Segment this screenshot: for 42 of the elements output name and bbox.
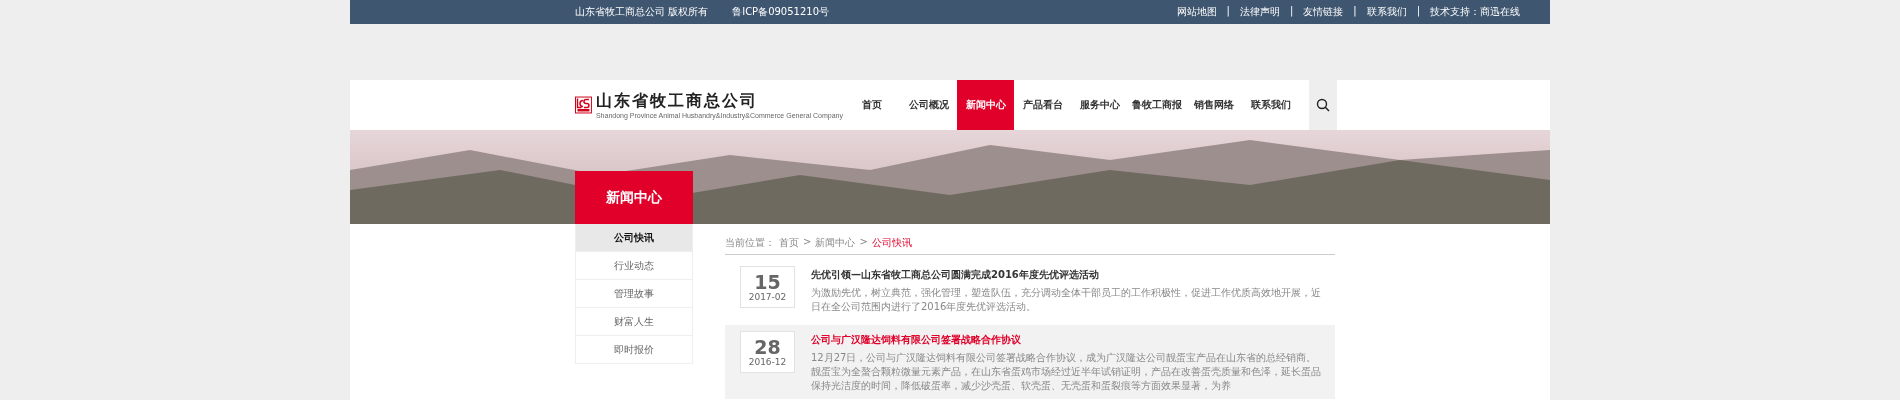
nav-tab[interactable]: 新闻中心	[957, 80, 1014, 130]
footer-link[interactable]: 网站地图	[1176, 5, 1217, 19]
nav-tab[interactable]: 产品看台	[1014, 80, 1071, 130]
breadcrumb-separator: >	[859, 236, 868, 249]
search-button[interactable]	[1309, 80, 1337, 130]
copyright-text: 山东省牧工商总公司 版权所有	[575, 5, 709, 19]
footer-link[interactable]: 联系我们	[1366, 5, 1407, 19]
news-summary: 为激励先优，树立典范，强化管理，塑造队伍，充分调动全体干部员工的工作积极性，促进工作优质高效地开展，近日在全公司范围内进行了2016年度先优评选活动。	[811, 286, 1322, 314]
separator-text: |	[1353, 5, 1357, 19]
nav-tab[interactable]: 公司概况	[900, 80, 957, 130]
date-day: 28	[754, 337, 781, 357]
date-month: 2017-02	[748, 292, 787, 302]
separator-text: |	[1416, 5, 1420, 19]
nav-tab[interactable]: 销售网络	[1185, 80, 1242, 130]
news-title[interactable]: 先优引领—山东省牧工商总公司圆满完成2016年度先优评选活动	[811, 268, 1325, 282]
nav-tab[interactable]: 服务中心	[1071, 80, 1128, 130]
news-summary: 12月27日，公司与广汉隆达饲料有限公司签署战略合作协议，成为广汉隆达公司靓蛋宝产品在山东省的总经销商。靓蛋宝为全螯合颗粒微量元素产品，在山东省蛋鸡市场经过近半年试销证明，产品在改善蛋壳质量和色泽，延长蛋品保持光洁度的时间，降低破蛋率，减少沙壳蛋、软壳蛋、无壳蛋和蛋裂痕等方面效果显著，为养	[811, 351, 1322, 393]
sidebar-item[interactable]: 即时报价	[575, 336, 693, 364]
breadcrumb-link[interactable]: 新闻中心	[815, 236, 856, 250]
separator-text: |	[1226, 5, 1230, 19]
sidebar-item[interactable]: 公司快讯	[575, 224, 693, 252]
footer-link[interactable]: 友情链接	[1303, 5, 1344, 19]
company-name: 山东省牧工商总公司	[595, 91, 759, 112]
sidebar-title: 新闻中心	[575, 171, 693, 224]
nav-tab[interactable]: 联系我们	[1242, 80, 1299, 130]
nav-tab[interactable]: 首页	[843, 80, 900, 130]
breadcrumb-link[interactable]: 公司快讯	[871, 236, 912, 250]
news-title[interactable]: 公司与广汉隆达饲料有限公司签署战略合作协议	[811, 333, 1325, 347]
sidebar-item[interactable]: 财富人生	[575, 308, 693, 336]
breadcrumb-label: 当前位置：	[725, 236, 775, 250]
date-month: 2016-12	[748, 357, 787, 367]
sidebar-item[interactable]: 管理故事	[575, 280, 693, 308]
nav-tab[interactable]: 鲁牧工商报	[1128, 80, 1185, 130]
sidebar-item[interactable]: 行业动态	[575, 252, 693, 280]
footer-link[interactable]: 技术支持：商迅在线	[1430, 5, 1520, 19]
date-day: 15	[754, 272, 781, 292]
footer-link[interactable]: 法律声明	[1239, 5, 1280, 19]
breadcrumb-link[interactable]: 首页	[779, 236, 799, 250]
separator-text: |	[1289, 5, 1294, 19]
search-icon	[1316, 98, 1330, 112]
breadcrumb-separator: >	[803, 236, 812, 249]
icp-text: 鲁ICP备09051210号	[732, 5, 830, 19]
